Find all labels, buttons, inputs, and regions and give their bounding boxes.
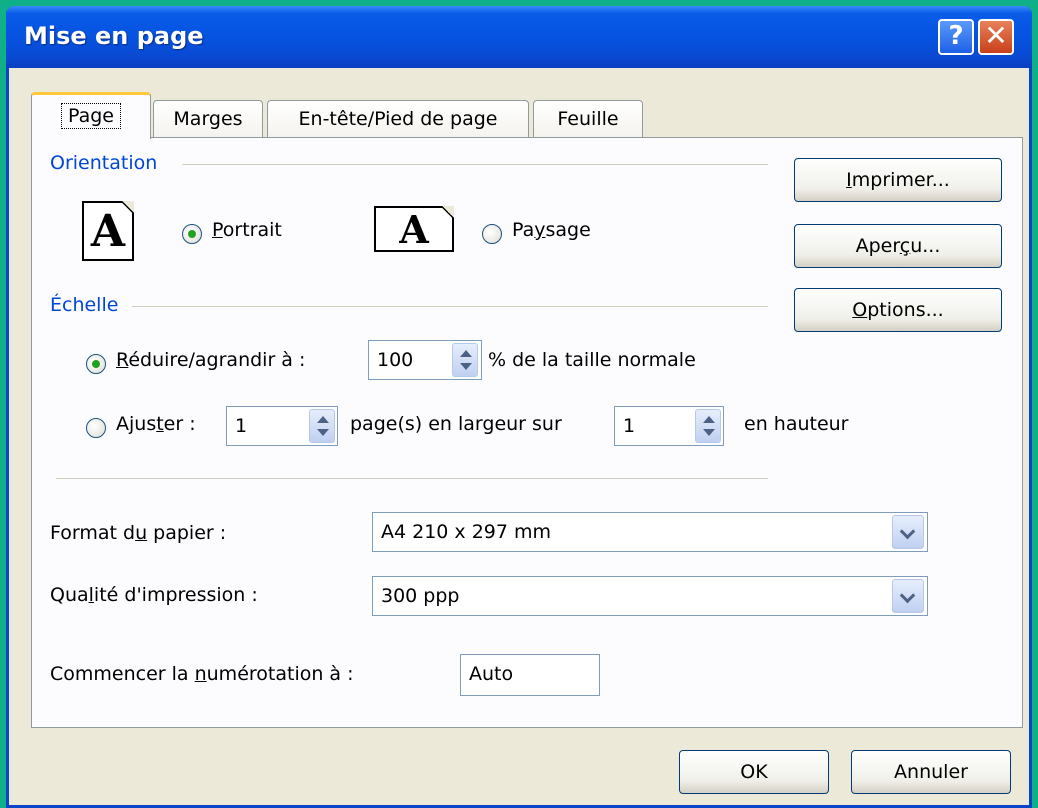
section-divider [56, 478, 768, 479]
orientation-group-label: Orientation [50, 152, 158, 174]
scale-percent-spinner[interactable] [452, 343, 478, 377]
help-button[interactable]: ? [938, 19, 974, 55]
print-quality-value: 300 ppp [381, 585, 460, 607]
first-page-number-label: Commencer la numérotation à : [50, 663, 354, 685]
tab-feuille[interactable]: Feuille [533, 100, 643, 138]
tab-page[interactable]: Page [31, 92, 151, 139]
page-fold-icon [442, 206, 454, 218]
spin-down-icon [317, 429, 329, 436]
fit-height-suffix: en hauteur [744, 413, 849, 435]
page-tab-panel: Orientation A Portrait A Paysage Échelle… [31, 137, 1023, 728]
paper-format-select[interactable]: A4 210 x 297 mm [372, 512, 928, 552]
first-page-number-value: Auto [469, 663, 514, 685]
spin-down-icon [460, 363, 472, 370]
spin-down-icon [703, 429, 715, 436]
paper-format-label: Format du papier : [50, 522, 227, 544]
spin-up-icon [703, 416, 715, 423]
tab-page-label: Page [61, 103, 121, 129]
window-title: Mise en page [24, 22, 204, 50]
scale-divider [132, 306, 768, 307]
tab-marges[interactable]: Marges [153, 100, 263, 138]
help-icon: ? [948, 21, 964, 51]
fit-width-value: 1 [235, 415, 248, 437]
portrait-page-glyph: A [90, 206, 126, 257]
reduce-enlarge-label[interactable]: Réduire/agrandir à : [116, 349, 305, 371]
fit-to-radio[interactable] [86, 418, 106, 438]
print-button[interactable]: Imprimer... [794, 158, 1002, 202]
portrait-page-icon: A [82, 201, 134, 261]
page-setup-dialog: Mise en page ? ✕ Page Marges En-tête/Pie… [6, 6, 1032, 808]
options-button[interactable]: Options... [794, 288, 1002, 332]
print-quality-select[interactable]: 300 ppp [372, 576, 928, 616]
scale-percent-suffix: % de la taille normale [488, 349, 696, 371]
fit-height-value: 1 [623, 415, 636, 437]
fit-to-label[interactable]: Ajuster : [116, 413, 196, 435]
landscape-page-glyph: A [399, 207, 429, 252]
page-fold-icon [122, 201, 134, 213]
orientation-divider [182, 164, 768, 165]
spin-up-icon [317, 416, 329, 423]
fit-width-spinner[interactable] [309, 409, 335, 443]
landscape-radio[interactable] [482, 224, 502, 244]
paper-format-value: A4 210 x 297 mm [381, 521, 552, 543]
ok-button[interactable]: OK [679, 750, 829, 794]
preview-button[interactable]: Aperçu... [794, 224, 1002, 268]
reduce-enlarge-radio[interactable] [86, 354, 106, 374]
cancel-button[interactable]: Annuler [851, 750, 1011, 794]
print-quality-label: Qualité d'impression : [50, 584, 258, 606]
tab-header-footer[interactable]: En-tête/Pied de page [267, 100, 529, 138]
close-icon: ✕ [984, 19, 1008, 52]
portrait-label[interactable]: Portrait [212, 219, 282, 241]
chevron-down-icon[interactable] [892, 579, 924, 613]
scale-group-label: Échelle [50, 294, 119, 316]
chevron-down-icon[interactable] [892, 515, 924, 549]
landscape-page-icon: A [374, 206, 454, 252]
landscape-label[interactable]: Paysage [512, 219, 591, 241]
spin-up-icon [460, 350, 472, 357]
fit-height-spinner[interactable] [695, 409, 721, 443]
fit-width-suffix: page(s) en largeur sur [350, 413, 562, 435]
scale-percent-value: 100 [377, 349, 414, 371]
first-page-number-input[interactable]: Auto [460, 654, 600, 696]
close-button[interactable]: ✕ [978, 19, 1014, 55]
title-bar[interactable]: Mise en page ? ✕ [6, 6, 1032, 68]
portrait-radio[interactable] [182, 224, 202, 244]
